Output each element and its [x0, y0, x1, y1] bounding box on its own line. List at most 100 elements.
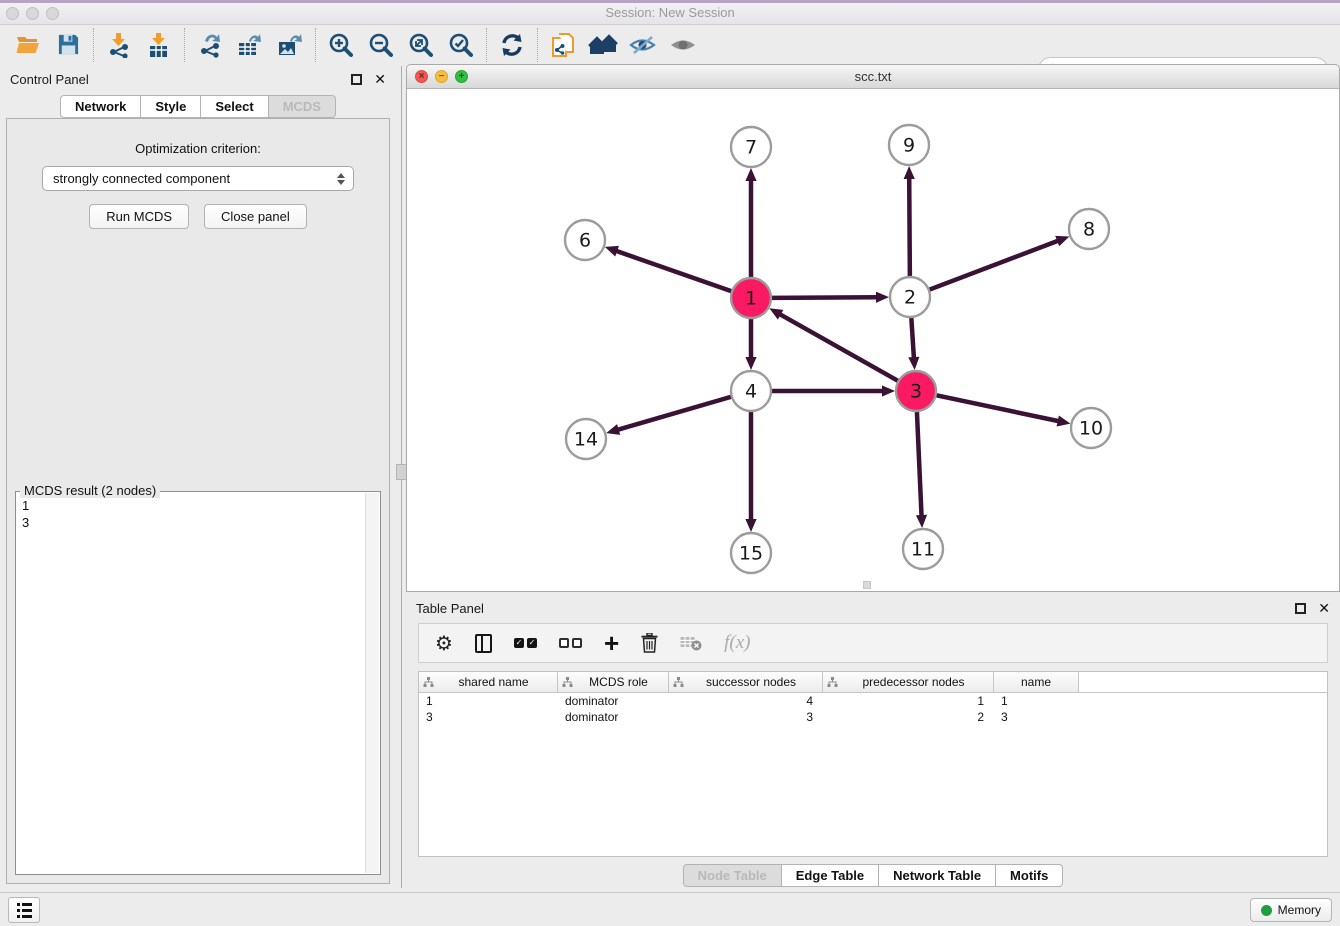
zoom-in-icon[interactable] — [321, 28, 361, 62]
run-mcds-button[interactable]: Run MCDS — [89, 204, 189, 229]
column-header-MCDS-role[interactable]: MCDS role — [558, 672, 669, 692]
tab-select[interactable]: Select — [201, 95, 268, 118]
table-cell[interactable]: 4 — [669, 694, 823, 708]
zoom-out-icon[interactable] — [361, 28, 401, 62]
maximize-network-button[interactable]: + — [455, 70, 468, 83]
table-cell[interactable]: dominator — [558, 710, 669, 724]
minimize-window-button[interactable] — [26, 7, 39, 20]
close-window-button[interactable] — [6, 7, 19, 20]
canvas-resize-handle[interactable] — [863, 581, 871, 589]
edge-1-6[interactable] — [615, 251, 731, 292]
delete-column-trash-icon[interactable] — [641, 633, 658, 653]
table-cell[interactable]: 3 — [669, 710, 823, 724]
import-network-icon[interactable] — [99, 28, 139, 62]
zoom-selected-icon[interactable] — [441, 28, 481, 62]
table-cell[interactable]: 3 — [994, 710, 1079, 724]
float-panel-icon[interactable] — [351, 74, 362, 85]
deselect-all-columns-icon[interactable] — [559, 638, 582, 648]
add-column-icon[interactable]: + — [604, 633, 619, 653]
network-canvas[interactable]: 1234678910111415 — [407, 89, 1339, 591]
table-cell[interactable]: 1 — [994, 694, 1079, 708]
column-header-shared-name[interactable]: shared name — [419, 672, 558, 692]
mcds-result-list[interactable]: 13 — [18, 494, 364, 872]
column-header-successor-nodes[interactable]: successor nodes — [669, 672, 823, 692]
refresh-icon[interactable] — [492, 28, 532, 62]
hierarchy-icon — [673, 677, 684, 688]
table-row[interactable]: 1dominator411 — [419, 693, 1327, 709]
result-scrollbar[interactable] — [365, 493, 379, 873]
tab-network-table[interactable]: Network Table — [879, 864, 996, 887]
split-table-view-icon[interactable] — [475, 634, 492, 653]
graph-node-label: 14 — [574, 429, 598, 451]
edge-2-8[interactable] — [930, 240, 1059, 289]
edge-3-10[interactable] — [937, 395, 1060, 421]
tab-mcds[interactable]: MCDS — [269, 95, 336, 118]
tab-style[interactable]: Style — [141, 95, 201, 118]
import-table-icon[interactable] — [139, 28, 179, 62]
column-header-label: successor nodes — [684, 675, 818, 689]
edge-arrowhead — [1055, 236, 1069, 246]
edge-2-3[interactable] — [911, 318, 914, 359]
node-table[interactable]: shared name MCDS role successor nodes prede… — [418, 671, 1328, 857]
table-row[interactable]: 3dominator323 — [419, 709, 1327, 725]
table-cell[interactable]: 1 — [823, 694, 994, 708]
table-cell[interactable]: 1 — [419, 694, 558, 708]
edge-arrowhead — [606, 424, 620, 435]
task-history-button[interactable] — [8, 897, 40, 923]
criterion-dropdown[interactable]: strongly connected component — [42, 166, 354, 191]
table-toolbar: ⚙ ✓✓ + f(x) — [418, 623, 1328, 663]
edge-arrowhead — [882, 385, 895, 396]
table-tabs: Node TableEdge TableNetwork TableMotifs — [406, 864, 1340, 887]
column-header-label: predecessor nodes — [838, 675, 989, 689]
close-network-button[interactable]: × — [415, 70, 428, 83]
show-details-eye-icon[interactable] — [663, 28, 703, 62]
network-window-titlebar[interactable]: × − + scc.txt — [407, 65, 1339, 89]
column-header-name[interactable]: name — [994, 672, 1079, 692]
houses-icon[interactable] — [583, 28, 623, 62]
table-header-row[interactable]: shared name MCDS role successor nodes prede… — [419, 672, 1327, 693]
select-all-columns-icon[interactable]: ✓✓ — [514, 638, 537, 648]
tab-motifs[interactable]: Motifs — [996, 864, 1063, 887]
function-builder-icon: f(x) — [724, 632, 750, 654]
close-panel-button[interactable]: Close panel — [204, 204, 307, 229]
tab-network[interactable]: Network — [60, 95, 141, 118]
close-table-panel-icon[interactable]: ✕ — [1318, 603, 1330, 614]
window-traffic-lights[interactable] — [6, 7, 59, 20]
edge-1-2[interactable] — [772, 297, 878, 298]
table-cell[interactable]: dominator — [558, 694, 669, 708]
tab-edge-table[interactable]: Edge Table — [782, 864, 879, 887]
edge-3-11[interactable] — [917, 412, 922, 517]
close-panel-icon[interactable]: ✕ — [374, 74, 386, 85]
column-header-label: shared name — [434, 675, 553, 689]
save-session-icon[interactable] — [48, 28, 88, 62]
tab-node-table[interactable]: Node Table — [683, 864, 782, 887]
edge-2-9[interactable] — [909, 177, 910, 276]
application-window: Session: New Session — [0, 0, 1340, 926]
edge-4-14[interactable] — [617, 397, 731, 430]
network-view-window: × − + scc.txt 1234678910111415 — [406, 64, 1340, 592]
hide-details-eye-icon[interactable] — [623, 28, 663, 62]
table-cell[interactable]: 2 — [823, 710, 994, 724]
control-panel-tabs: NetworkStyleSelectMCDS — [0, 95, 396, 118]
network-window-traffic-lights[interactable]: × − + — [415, 70, 468, 83]
memory-button[interactable]: Memory — [1250, 898, 1332, 922]
zoom-fit-icon[interactable] — [401, 28, 441, 62]
network-graph[interactable]: 1234678910111415 — [407, 89, 1339, 591]
edge-arrowhead — [916, 515, 927, 528]
column-header-predecessor-nodes[interactable]: predecessor nodes — [823, 672, 994, 692]
edge-3-1[interactable] — [779, 314, 898, 381]
open-session-icon[interactable] — [8, 28, 48, 62]
column-settings-gear-icon[interactable]: ⚙ — [435, 633, 453, 653]
maximize-window-button[interactable] — [46, 7, 59, 20]
export-image-icon[interactable] — [270, 28, 310, 62]
control-panel-title: Control Panel — [10, 72, 351, 87]
export-table-icon[interactable] — [230, 28, 270, 62]
clone-network-icon[interactable] — [543, 28, 583, 62]
toolbar-separator — [315, 28, 316, 62]
graph-node-label: 6 — [579, 230, 591, 252]
table-cell[interactable]: 3 — [419, 710, 558, 724]
graph-node-label: 1 — [745, 288, 757, 310]
minimize-network-button[interactable]: − — [435, 70, 448, 83]
export-network-icon[interactable] — [190, 28, 230, 62]
float-table-panel-icon[interactable] — [1295, 603, 1306, 614]
